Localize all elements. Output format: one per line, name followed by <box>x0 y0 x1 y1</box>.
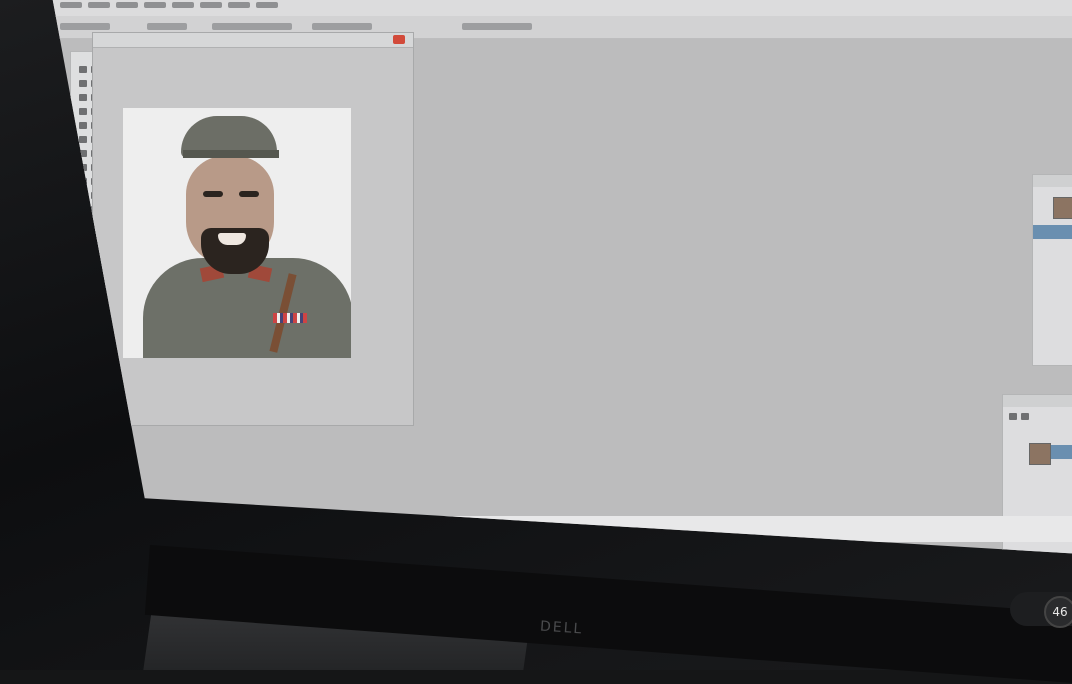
move-tool-icon[interactable] <box>79 66 87 73</box>
portrait-eye <box>239 191 259 197</box>
eraser-tool-icon[interactable] <box>79 136 87 143</box>
tool-preset[interactable] <box>60 23 110 30</box>
document-canvas[interactable] <box>123 108 351 358</box>
close-icon[interactable] <box>393 35 405 44</box>
layer-row[interactable] <box>1051 445 1072 459</box>
layer-thumbnail-icon[interactable] <box>1029 443 1051 465</box>
blend-mode-select[interactable] <box>1009 413 1017 420</box>
monitor-logo: DELL <box>539 618 584 638</box>
option-control[interactable] <box>462 23 532 30</box>
menu-item[interactable] <box>144 2 166 8</box>
menu-item[interactable] <box>116 2 138 8</box>
opacity-control[interactable] <box>1021 413 1029 420</box>
stamp-tool-icon[interactable] <box>79 122 87 129</box>
history-state-row[interactable] <box>1033 225 1072 239</box>
menu-item[interactable] <box>88 2 110 8</box>
network-badge[interactable]: 46 <box>1044 596 1072 628</box>
option-control[interactable] <box>212 23 292 30</box>
portrait-mouth <box>218 233 246 245</box>
portrait-eye <box>203 191 223 197</box>
crop-tool-icon[interactable] <box>79 94 87 101</box>
menu-item[interactable] <box>200 2 222 8</box>
navigator-panel <box>1032 174 1072 366</box>
monitor-screen <box>52 0 1072 554</box>
option-control[interactable] <box>312 23 372 30</box>
lasso-tool-icon[interactable] <box>79 80 87 87</box>
menu-item[interactable] <box>256 2 278 8</box>
healing-tool-icon[interactable] <box>79 108 87 115</box>
portrait-uniform <box>143 258 351 358</box>
menu-bar <box>52 0 1072 17</box>
portrait-cap-band <box>183 150 279 158</box>
portrait-ribbons <box>273 313 307 323</box>
document-titlebar[interactable] <box>93 33 413 48</box>
history-thumbnail-icon[interactable] <box>1053 197 1072 219</box>
panel-tabs[interactable] <box>1033 175 1072 187</box>
menu-item[interactable] <box>60 2 82 8</box>
menu-item[interactable] <box>172 2 194 8</box>
layers-panel-tabs[interactable] <box>1003 395 1072 407</box>
option-control[interactable] <box>147 23 187 30</box>
menu-item[interactable] <box>228 2 250 8</box>
document-window <box>92 32 414 426</box>
